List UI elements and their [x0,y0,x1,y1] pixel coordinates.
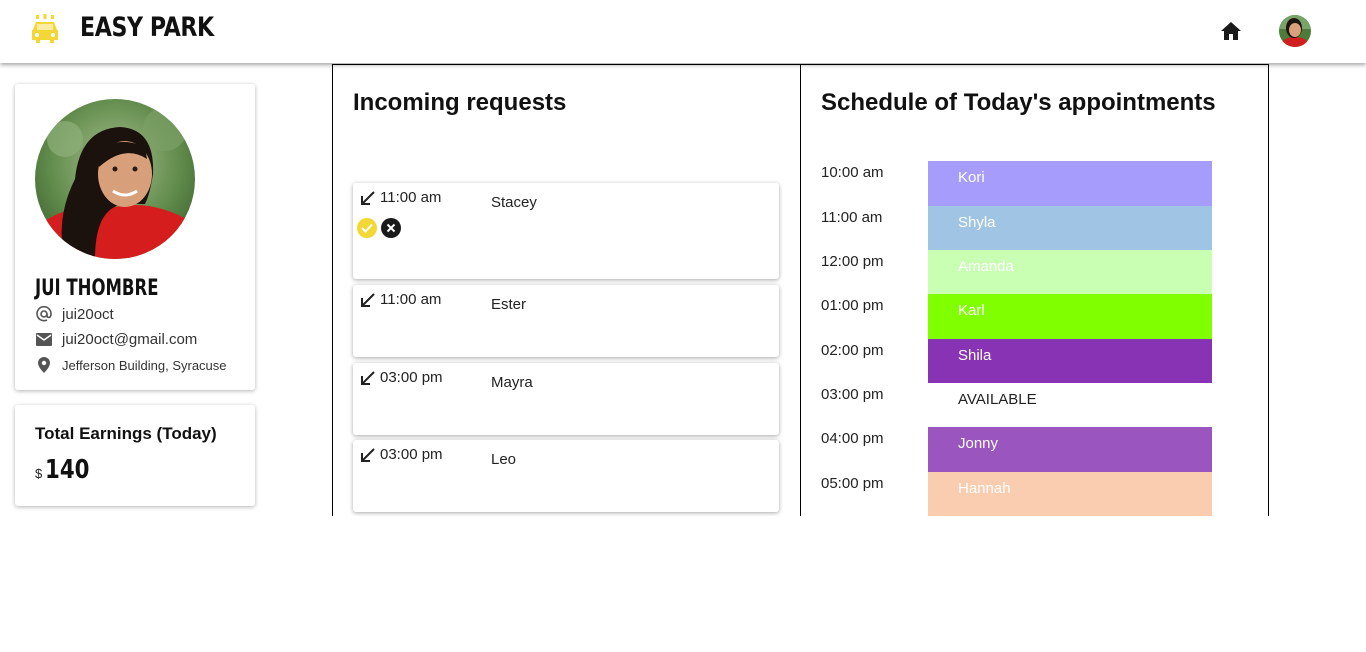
appointment-slot[interactable]: Jonny [928,427,1212,472]
email-row: jui20oct@gmail.com [35,330,197,348]
incoming-arrow-icon [360,447,376,463]
top-app-bar: EASY PARK [0,0,1366,63]
mail-icon [35,330,53,348]
appointment-slot[interactable]: Shila [928,339,1212,384]
username-row: jui20oct [35,305,114,323]
request-card[interactable]: 03:00 pm Mayra [353,363,779,435]
incoming-arrow-icon [360,292,376,308]
slot-name: Shyla [958,214,996,231]
slot-time: 12:00 pm [821,253,884,270]
home-icon[interactable] [1219,20,1243,42]
currency-symbol: $ [35,466,43,481]
slot-time: 05:00 pm [821,475,884,492]
slot-name: Jonny [958,435,999,452]
reject-button[interactable] [381,218,401,238]
slot-time: 11:00 am [821,209,883,226]
slot-time: 02:00 pm [821,342,884,359]
appointment-slot[interactable]: Hannah [928,472,1212,516]
request-time: 03:00 pm [380,446,443,463]
request-card[interactable]: 11:00 am Ester [353,285,779,357]
appointment-slot[interactable]: Shyla [928,206,1212,251]
slot-time: 01:00 pm [821,297,884,314]
slot-name: AVAILABLE [958,391,1037,408]
request-name: Leo [491,451,517,468]
requests-title: Incoming requests [353,89,567,116]
earnings-amount: 140 [45,455,90,485]
request-time: 11:00 am [380,189,442,206]
slot-name: Kori [958,169,985,186]
app-title: EASY PARK [80,12,214,43]
location-pin-icon [35,356,53,374]
request-name: Ester [491,296,527,313]
appointment-slot[interactable]: AVAILABLE [928,383,1212,428]
earnings-title: Total Earnings (Today) [35,424,217,443]
incoming-arrow-icon [360,370,376,386]
slot-time: 10:00 am [821,164,884,181]
request-time: 03:00 pm [380,369,443,386]
request-time: 11:00 am [380,291,442,308]
taxi-icon [30,13,60,45]
appointment-slot[interactable]: Amanda [928,250,1212,295]
slot-time: 03:00 pm [821,386,884,403]
accept-button[interactable] [357,218,377,238]
slot-time: 04:00 pm [821,430,884,447]
incoming-arrow-icon [360,190,376,206]
slot-name: Hannah [958,480,1011,497]
request-card[interactable]: 11:00 am Stacey [353,183,779,279]
profile-card: JUI THOMBRE jui20oct jui20oct@gmail.com … [15,84,255,390]
user-avatar[interactable] [1279,15,1311,47]
at-icon [35,305,53,323]
slot-name: Shila [958,347,992,364]
request-actions [357,218,401,238]
profile-photo [35,99,195,259]
appointment-slot[interactable]: Karl [928,294,1212,339]
location-row: Jefferson Building, Syracuse [35,356,227,374]
username: jui20oct [62,305,114,323]
location: Jefferson Building, Syracuse [62,357,227,373]
slot-name: Karl [958,302,985,319]
schedule-panel: Schedule of Today's appointments 10:00 a… [800,64,1269,516]
email: jui20oct@gmail.com [62,330,198,348]
earnings-card: Total Earnings (Today) $ 140 [15,405,255,506]
schedule-title: Schedule of Today's appointments [821,89,1216,116]
request-name: Mayra [491,374,533,391]
request-name: Stacey [491,194,537,211]
slot-name: Amanda [958,258,1014,275]
earnings-value: $ 140 [35,455,100,485]
request-card[interactable]: 03:00 pm Leo [353,440,779,512]
profile-name: JUI THOMBRE [35,276,159,301]
appointment-slot[interactable]: Kori [928,161,1212,206]
incoming-requests-panel: Incoming requests 11:00 am Stacey 11:00 … [332,64,801,516]
